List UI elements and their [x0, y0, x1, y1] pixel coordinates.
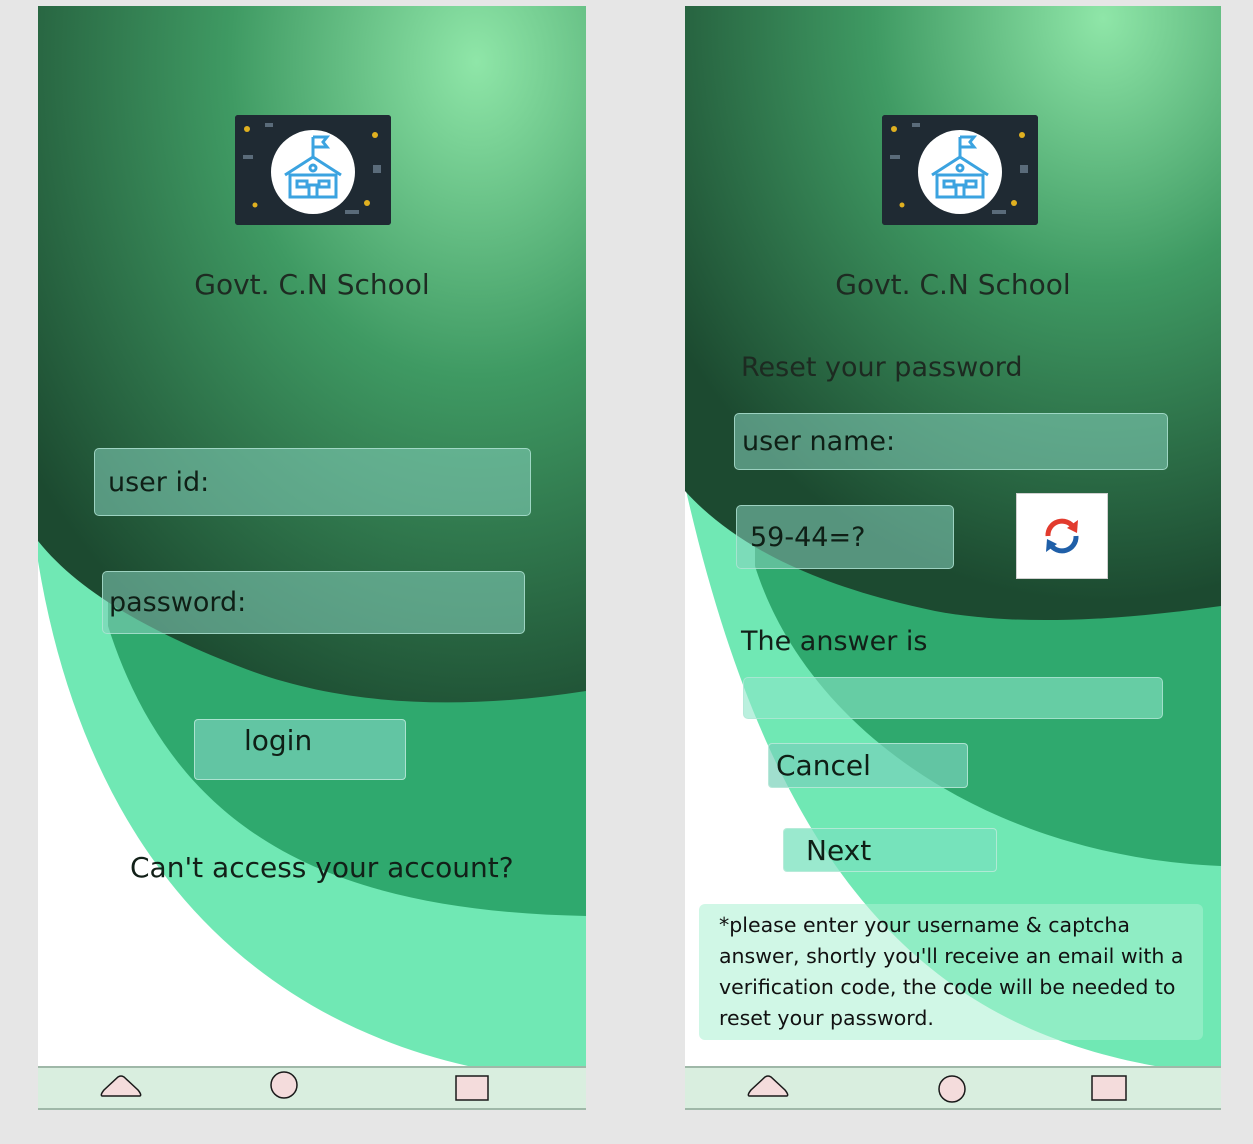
answer-label: The answer is: [741, 626, 928, 657]
login-button-label: login: [244, 724, 313, 757]
cancel-button-label: Cancel: [776, 749, 871, 782]
password-label: password:: [109, 587, 247, 618]
home-button[interactable]: [269, 1070, 299, 1100]
back-button[interactable]: [98, 1073, 144, 1099]
user-id-input[interactable]: user id:: [94, 448, 531, 516]
home-circle-icon: [270, 1071, 298, 1099]
recents-button[interactable]: [455, 1075, 489, 1101]
captcha-question: 59-44=?: [736, 505, 954, 569]
next-button[interactable]: Next: [783, 828, 997, 872]
navigation-bar: [38, 1066, 586, 1110]
school-name: Govt. C.N School: [835, 268, 1071, 301]
reset-password-screen: Govt. C.N School Reset your password use…: [685, 6, 1221, 1110]
school-name: Govt. C.N School: [194, 268, 430, 301]
school-logo: [235, 115, 391, 225]
captcha-question-text: 59-44=?: [750, 521, 866, 553]
user-id-label: user id:: [108, 466, 210, 498]
answer-input[interactable]: [743, 677, 1163, 719]
recents-square-icon: [455, 1075, 489, 1101]
back-triangle-icon: [747, 1075, 789, 1097]
back-triangle-icon: [100, 1075, 142, 1097]
login-screen: Govt. C.N School user id: password: logi…: [38, 6, 586, 1110]
password-input[interactable]: password:: [102, 571, 525, 634]
cancel-button[interactable]: Cancel: [768, 743, 968, 788]
home-button[interactable]: [937, 1074, 967, 1104]
reset-instructions-note: *please enter your username & captcha an…: [699, 904, 1203, 1040]
home-circle-icon: [938, 1075, 966, 1103]
login-button[interactable]: login: [194, 719, 406, 780]
school-logo: [882, 115, 1038, 225]
back-button[interactable]: [745, 1073, 791, 1099]
refresh-icon: [1045, 518, 1079, 554]
next-button-label: Next: [806, 833, 872, 867]
navigation-bar: [685, 1066, 1221, 1110]
refresh-captcha-button[interactable]: [1016, 493, 1108, 579]
cant-access-link[interactable]: Can't access your account?: [130, 851, 514, 884]
recents-square-icon: [1091, 1075, 1127, 1101]
recents-button[interactable]: [1091, 1075, 1127, 1101]
user-name-label: user name:: [742, 426, 896, 457]
user-name-input[interactable]: user name:: [734, 413, 1168, 470]
reset-heading: Reset your password: [741, 352, 1023, 383]
